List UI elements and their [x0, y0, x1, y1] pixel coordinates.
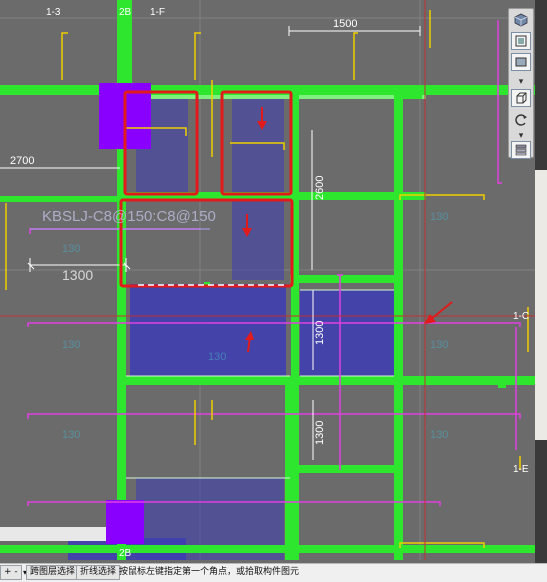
status-hint: 按鼠标左键指定第一个角点，或拾取构件图元 [119, 567, 300, 577]
axis-label-1-c: 1-C [513, 311, 529, 322]
layers-icon[interactable] [511, 141, 531, 159]
top-view-icon[interactable] [511, 53, 531, 71]
svg-text:130: 130 [62, 429, 80, 441]
axis-label-1-3: 1-3 [46, 7, 61, 18]
svg-text:130: 130 [430, 429, 448, 441]
status-bar: + - ▾ 跨图层选择 折线选择 按鼠标左键指定第一个角点，或拾取构件图元 [0, 563, 547, 582]
svg-text:130: 130 [430, 339, 448, 351]
dimension-2600: 2600 [314, 176, 326, 200]
snap-dropdown[interactable]: + - [0, 565, 22, 580]
front-view-icon[interactable] [511, 32, 531, 50]
axis-label-2b-top: 2B [119, 7, 132, 18]
svg-text:130: 130 [430, 211, 448, 223]
right-edge-panel [535, 0, 547, 581]
axis-label-1-e: 1-E [513, 464, 529, 475]
rebar-label: KBSLJ-C8@150:C8@150 [42, 208, 216, 225]
axis-label-2b-bottom: 2B [119, 548, 132, 559]
svg-text:130: 130 [208, 351, 226, 363]
dimension-1300-vertical-a: 1300 [314, 321, 326, 345]
view-cube-icon[interactable] [511, 11, 531, 29]
axis-label-1-f: 1-F [150, 7, 165, 18]
dimension-1300-horizontal: 1300 [62, 267, 93, 283]
svg-text:130: 130 [62, 243, 80, 255]
view-toolbar: ▾ ▾ [508, 8, 534, 159]
cad-drawing-canvas[interactable]: 1-3 2B 1-F 2B 1-C 1-E 1500 2700 2600 130… [0, 0, 547, 581]
dimension-1500: 1500 [333, 18, 357, 30]
polyline-select-button[interactable]: 折线选择 [76, 565, 121, 580]
dimension-1300-vertical-b: 1300 [314, 421, 326, 445]
layer-select-button[interactable]: 跨图层选择 [26, 565, 80, 580]
svg-text:130: 130 [62, 339, 80, 351]
bottom-slab-edge [0, 527, 106, 541]
dimension-2700: 2700 [10, 155, 34, 167]
box-view-icon[interactable] [511, 89, 531, 107]
